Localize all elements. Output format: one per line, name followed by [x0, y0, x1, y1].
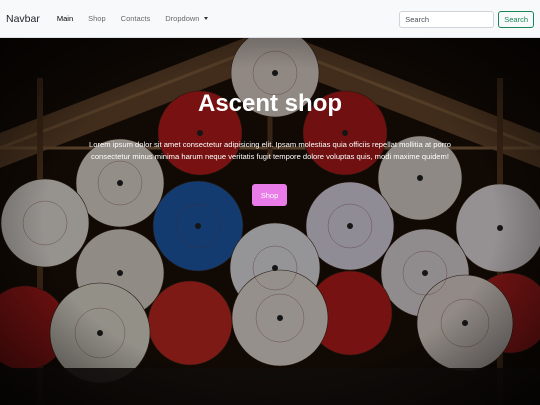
navbar: Navbar Main Shop Contacts Dropdown Searc… — [0, 0, 540, 38]
navbar-brand[interactable]: Navbar — [6, 13, 40, 25]
caret-down-icon — [204, 17, 209, 20]
nav-dropdown-label: Dropdown — [165, 14, 200, 23]
search-form: Search — [399, 11, 534, 28]
hero-title: Ascent shop — [197, 90, 343, 117]
hero-description: Lorem ipsum dolor sit amet consectetur a… — [89, 140, 451, 161]
nav-links: Main Shop Contacts Dropdown — [57, 14, 224, 23]
nav-dropdown[interactable]: Dropdown — [165, 14, 209, 23]
nav-link-main[interactable]: Main — [57, 14, 73, 23]
search-input[interactable] — [399, 11, 495, 28]
hero-section: Ascent shop Lorem ipsum dolor sit amet c… — [0, 38, 540, 405]
shop-button[interactable]: Shop — [252, 184, 287, 206]
search-button[interactable]: Search — [498, 11, 534, 28]
nav-link-shop[interactable]: Shop — [88, 14, 106, 23]
nav-link-contacts[interactable]: Contacts — [121, 14, 151, 23]
